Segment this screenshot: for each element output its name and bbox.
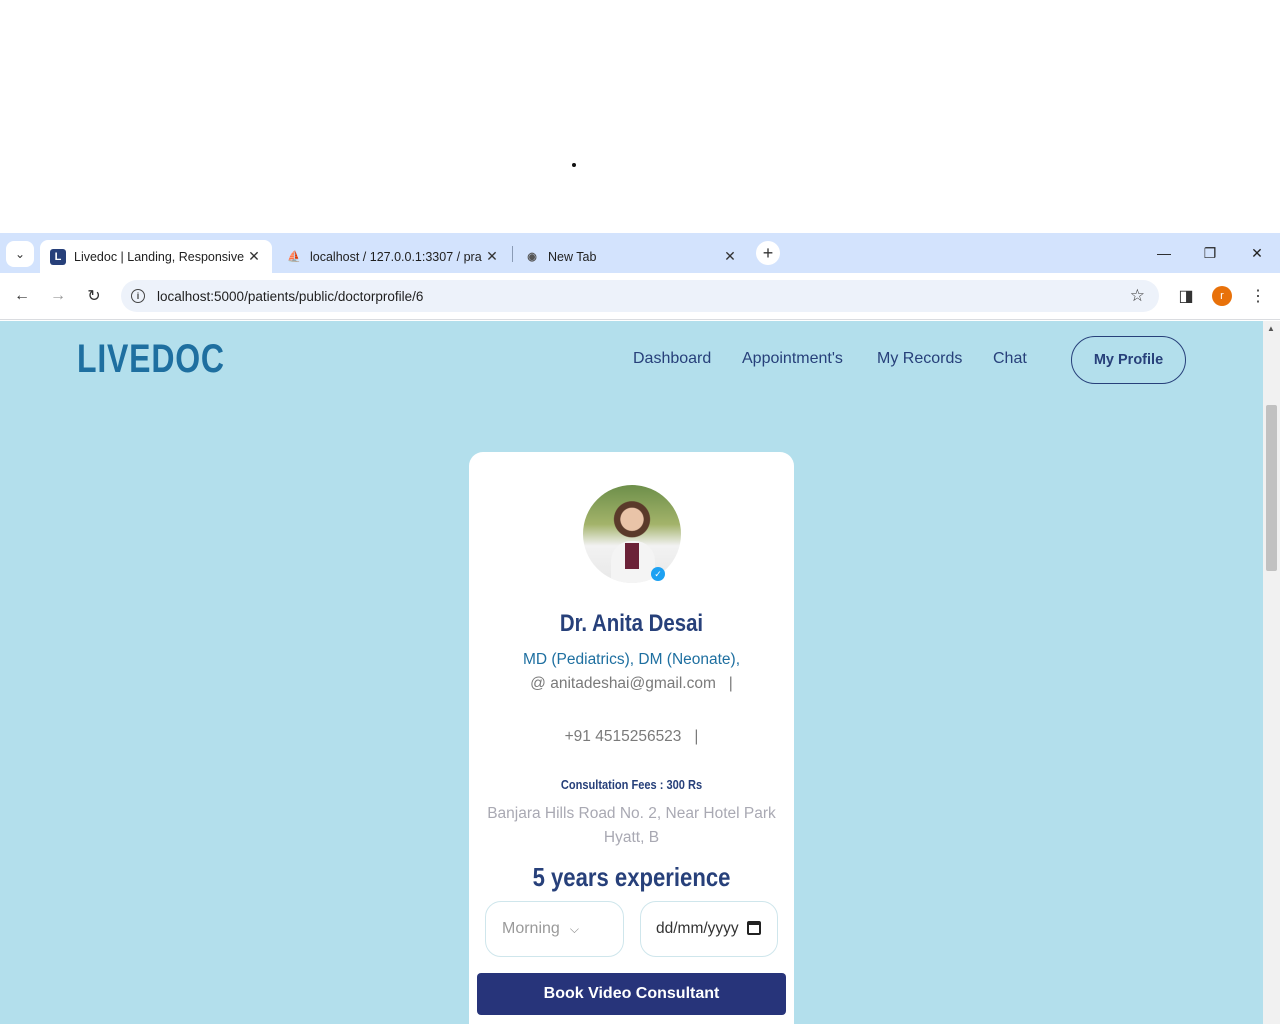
doctor-phone: +91 4515256523 | xyxy=(564,728,699,745)
forward-icon[interactable]: → xyxy=(47,285,69,307)
avatar-shirt xyxy=(625,543,639,569)
doctor-experience: 5 years experience xyxy=(532,862,731,892)
reload-icon[interactable]: ↻ xyxy=(83,285,105,307)
nav-appointments[interactable]: Appointment's xyxy=(742,350,843,368)
tab-separator xyxy=(512,246,513,262)
doctor-name: Dr. Anita Desai xyxy=(559,610,704,637)
doctor-qualifications: MD (Pediatrics), DM (Neonate), xyxy=(522,651,741,668)
doctor-profile-card: ✓ Dr. Anita Desai MD (Pediatrics), DM (N… xyxy=(469,452,794,1024)
appointment-date-input[interactable]: dd/mm/yyyy xyxy=(640,901,778,957)
book-video-consultant-button[interactable]: Book Video Consultant xyxy=(477,973,786,1015)
minimize-icon[interactable]: — xyxy=(1152,243,1176,263)
chevron-down-icon: ⌵ xyxy=(569,921,579,936)
nav-my-records[interactable]: My Records xyxy=(877,350,962,368)
blank-area xyxy=(0,0,1280,233)
close-tab-icon[interactable]: ✕ xyxy=(484,248,500,265)
my-profile-button[interactable]: My Profile xyxy=(1071,336,1186,384)
phpmyadmin-favicon-icon: ⛵ xyxy=(287,251,301,263)
tab-title: New Tab xyxy=(548,249,597,264)
address-bar[interactable]: i localhost:5000/patients/public/doctorp… xyxy=(121,280,1159,312)
site-logo[interactable]: LIVEDOC xyxy=(77,337,225,382)
tab-title: localhost / 127.0.0.1:3307 / pra xyxy=(310,249,482,264)
profile-avatar[interactable]: r xyxy=(1212,286,1232,306)
close-tab-icon[interactable]: ✕ xyxy=(722,248,738,265)
tab-phpmyadmin[interactable]: ⛵ localhost / 127.0.0.1:3307 / pra ✕ xyxy=(276,240,510,273)
tab-new-tab[interactable]: ◉ New Tab ✕ xyxy=(514,240,748,273)
livedoc-favicon-icon: L xyxy=(50,248,66,265)
new-tab-button[interactable]: + xyxy=(756,241,780,265)
url-text: localhost:5000/patients/public/doctorpro… xyxy=(157,288,424,304)
doctor-avatar xyxy=(583,485,681,583)
tab-search-chevron-icon[interactable]: ⌄ xyxy=(6,241,34,267)
tab-title: Livedoc | Landing, Responsive xyxy=(74,249,245,264)
close-window-icon[interactable]: ✕ xyxy=(1245,243,1269,263)
page-scrollbar[interactable]: ▲ xyxy=(1263,321,1280,1024)
doctor-email: @ anitadeshai@gmail.com | xyxy=(530,675,733,692)
menu-kebab-icon[interactable]: ⋮ xyxy=(1247,285,1269,307)
doctor-address: Banjara Hills Road No. 2, Near Hotel Par… xyxy=(487,805,776,846)
nav-dashboard[interactable]: Dashboard xyxy=(633,350,711,368)
cursor-dot xyxy=(572,163,576,167)
verified-check-icon: ✓ xyxy=(651,567,665,581)
bookmark-star-icon[interactable]: ☆ xyxy=(1130,286,1145,306)
tab-livedoc[interactable]: L Livedoc | Landing, Responsive ✕ xyxy=(40,240,272,273)
time-slot-select[interactable]: Morning ⌵ xyxy=(485,901,624,957)
back-icon[interactable]: ← xyxy=(11,285,33,307)
site-info-icon[interactable]: i xyxy=(131,289,145,303)
page-content: LIVEDOC Dashboard Appointment's My Recor… xyxy=(0,321,1263,1024)
calendar-icon[interactable] xyxy=(747,921,761,935)
consultation-fees: Consultation Fees : 300 Rs xyxy=(560,777,703,792)
time-slot-value: Morning xyxy=(502,920,560,937)
scroll-up-icon[interactable]: ▲ xyxy=(1267,324,1275,333)
close-tab-icon[interactable]: ✕ xyxy=(246,248,262,265)
scrollbar-thumb[interactable] xyxy=(1266,405,1277,571)
side-panel-icon[interactable]: ◨ xyxy=(1175,285,1197,307)
restore-icon[interactable]: ❐ xyxy=(1198,243,1222,263)
chrome-favicon-icon: ◉ xyxy=(527,251,537,263)
nav-chat[interactable]: Chat xyxy=(993,350,1027,368)
date-placeholder: dd/mm/yyyy xyxy=(656,920,739,937)
